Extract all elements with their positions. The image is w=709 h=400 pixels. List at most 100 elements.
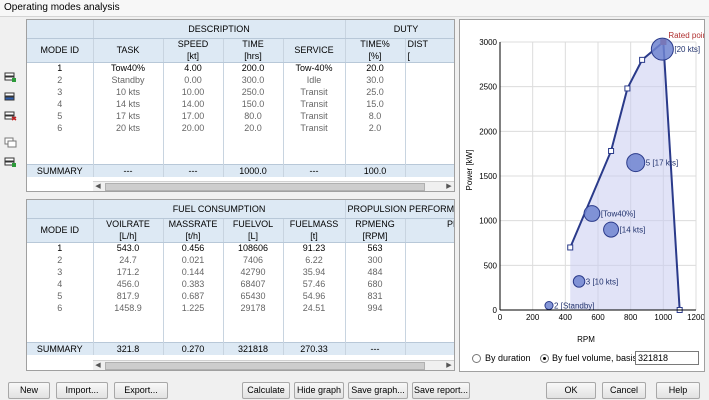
col-header-massrate[interactable]: MASSRATE (163, 218, 224, 230)
cell[interactable]: 0.456 (163, 242, 224, 254)
cell[interactable]: 24.7 (93, 254, 164, 266)
by-fuel-volume-radio[interactable] (540, 354, 549, 363)
table-row[interactable]: 224.70.02174066.223000 (27, 254, 454, 266)
cell[interactable]: 7406 (223, 254, 284, 266)
cell[interactable]: 250.0 (223, 86, 284, 98)
cell[interactable]: Transit (283, 86, 346, 98)
cell[interactable]: 80.0 (223, 110, 284, 122)
cell[interactable]: 25 (405, 86, 454, 98)
import-button[interactable]: Import... (56, 382, 108, 399)
help-button[interactable]: Help (656, 382, 700, 399)
new-button[interactable]: New (8, 382, 50, 399)
table-row[interactable]: 3171.20.1444279035.944846 (27, 266, 454, 278)
cell[interactable]: 24.51 (283, 302, 346, 314)
cell[interactable]: 1458.9 (93, 302, 164, 314)
col-header-mode-id[interactable]: MODE ID (27, 218, 94, 243)
cell[interactable]: 30.0 (345, 74, 406, 86)
cell[interactable]: 68407 (223, 278, 284, 290)
cell[interactable]: 4 (27, 278, 94, 290)
col-header-task[interactable]: TASK (93, 38, 164, 63)
scroll-thumb[interactable] (105, 362, 425, 370)
by-fuel-volume-label[interactable]: By fuel volume, basis: (552, 353, 640, 363)
paste-row-icon[interactable] (4, 157, 17, 168)
col-header-rpmeng[interactable]: RPMENG (345, 218, 406, 230)
cell[interactable]: 13 (405, 110, 454, 122)
table-row[interactable]: 517 kts17.0080.0Transit8.013 (27, 110, 454, 122)
col-header-speed[interactable]: SPEED (163, 38, 224, 50)
cell[interactable]: 6 (405, 266, 454, 278)
cell[interactable]: 8.0 (345, 110, 406, 122)
cell[interactable]: 17.00 (163, 110, 224, 122)
cell[interactable]: 994 (345, 302, 406, 314)
cell[interactable]: 1 (27, 62, 94, 74)
fuel-basis-input[interactable] (635, 351, 699, 365)
save-graph-button[interactable]: Save graph... (348, 382, 408, 399)
cell[interactable]: 20.0 (345, 62, 406, 74)
cell[interactable]: 6 (27, 302, 94, 314)
col-header-dist[interactable]: DIST (405, 38, 454, 50)
cell[interactable]: 5 (27, 290, 94, 302)
cell[interactable]: 57.46 (283, 278, 346, 290)
cell[interactable]: 456.0 (93, 278, 164, 290)
cell[interactable]: 680 (345, 278, 406, 290)
scroll-left-icon[interactable]: ◀ (93, 361, 103, 370)
cell[interactable]: 300.0 (223, 74, 284, 86)
cell[interactable]: 0 (405, 254, 454, 266)
table-row[interactable]: 1Tow40%4.00200.0Tow-40%20.080 (27, 62, 454, 74)
cell[interactable]: 0.021 (163, 254, 224, 266)
table-row[interactable]: 1543.00.45610860691.2356321 (27, 242, 454, 254)
col-header-time[interactable]: TIME (223, 38, 284, 50)
cell[interactable]: 6.22 (283, 254, 346, 266)
cell[interactable]: 2.0 (345, 122, 406, 134)
cell[interactable]: 484 (345, 266, 406, 278)
table-row[interactable]: 61458.91.2252917824.5199458 (27, 302, 454, 314)
cell[interactable]: 15.0 (345, 98, 406, 110)
cell[interactable]: 171.2 (93, 266, 164, 278)
cell[interactable]: 10 kts (93, 86, 164, 98)
fuel-table-hscrollbar[interactable]: ◀ ▶ (93, 360, 454, 370)
cell[interactable]: 35.94 (283, 266, 346, 278)
cell[interactable]: 200.0 (223, 62, 284, 74)
by-duration-radio[interactable] (472, 354, 481, 363)
cell[interactable]: 20.00 (163, 122, 224, 134)
col-header-time-pct[interactable]: TIME% (345, 38, 406, 50)
cell[interactable]: 2 (27, 254, 94, 266)
table-row[interactable]: 310 kts10.00250.0Transit25.025 (27, 86, 454, 98)
insert-row-icon[interactable] (4, 92, 17, 103)
col-header-mode-id[interactable]: MODE ID (27, 38, 94, 63)
by-duration-label[interactable]: By duration (485, 353, 531, 363)
cell[interactable]: 21 (405, 242, 454, 254)
cell[interactable]: 2 (27, 74, 94, 86)
col-header-fuelvol[interactable]: FUELVOL (223, 218, 284, 230)
cell[interactable]: 80 (405, 62, 454, 74)
cell[interactable]: Transit (283, 110, 346, 122)
cell[interactable]: 54.96 (283, 290, 346, 302)
cell[interactable]: 29178 (223, 302, 284, 314)
cell[interactable]: 20.0 (223, 122, 284, 134)
copy-row-icon[interactable] (4, 137, 17, 148)
cell[interactable]: 58 (405, 302, 454, 314)
cell[interactable]: 4 (27, 98, 94, 110)
calculate-button[interactable]: Calculate (242, 382, 290, 399)
delete-row-icon[interactable] (4, 111, 17, 122)
add-row-icon[interactable] (4, 72, 17, 83)
col-header-service[interactable]: SERVICE (283, 38, 346, 63)
cell[interactable]: 817.9 (93, 290, 164, 302)
col-header-voilrate[interactable]: VOILRATE (93, 218, 164, 230)
cell[interactable]: 108606 (223, 242, 284, 254)
cell[interactable]: 14 kts (93, 98, 164, 110)
cell[interactable]: 20 kts (93, 122, 164, 134)
table-row[interactable]: 620 kts20.0020.0Transit2.040 (27, 122, 454, 134)
table-row[interactable]: 2Standby0.00300.0Idle30.00 (27, 74, 454, 86)
scroll-left-icon[interactable]: ◀ (93, 182, 103, 191)
cell[interactable]: 21 (405, 98, 454, 110)
cell[interactable]: 32 (405, 290, 454, 302)
hide-graph-button[interactable]: Hide graph (294, 382, 344, 399)
col-header-fuelmass[interactable]: FUELMASS (283, 218, 346, 230)
cell[interactable]: Tow-40% (283, 62, 346, 74)
cell[interactable]: 6 (27, 122, 94, 134)
table-row[interactable]: 414 kts14.00150.0Transit15.021 (27, 98, 454, 110)
cell[interactable]: 17 (405, 278, 454, 290)
cell[interactable]: 1 (27, 242, 94, 254)
cell[interactable]: 543.0 (93, 242, 164, 254)
